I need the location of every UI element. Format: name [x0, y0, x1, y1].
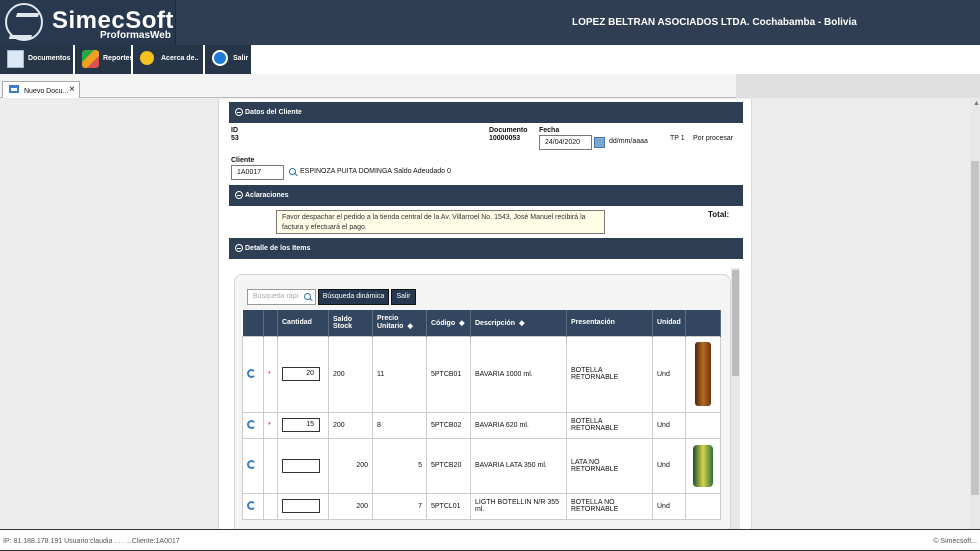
- items-exit-button[interactable]: Salir: [391, 289, 416, 305]
- quantity-input[interactable]: 20: [282, 367, 320, 381]
- quantity-input[interactable]: [282, 499, 320, 513]
- collapse-icon[interactable]: [235, 244, 243, 252]
- presentation-header[interactable]: Presentación: [566, 310, 653, 336]
- table-row[interactable]: 200 5 5PTCB20 BAVARIA LATA 350 ml. LATA NO R…: [242, 437, 721, 494]
- reports-icon: [82, 50, 99, 68]
- tab-new-document[interactable]: Nuevo Docu... ×: [2, 81, 80, 98]
- quantity-input[interactable]: [282, 458, 320, 473]
- date-format: dd/mm/aaaa: [609, 138, 648, 145]
- sort-icon: ◆: [407, 323, 413, 331]
- refresh-icon[interactable]: [247, 368, 256, 378]
- about-menu[interactable]: Acerca de..: [133, 45, 204, 74]
- id-value: 53: [231, 135, 239, 142]
- company-title: LOPEZ BELTRAN ASOCIADOS LTDA. Cochabamba…: [572, 17, 857, 28]
- client-label: Cliente: [231, 157, 255, 164]
- quantity-input[interactable]: 15: [282, 418, 320, 432]
- simecsoft-logo-icon: [5, 3, 43, 41]
- items-table: Cantidad Saldo Stock Precio Unitario ◆ Có…: [242, 310, 721, 520]
- price-header[interactable]: Precio Unitario ◆: [372, 310, 427, 336]
- client-section-header[interactable]: Datos del Cliente: [229, 102, 743, 123]
- close-tab-icon[interactable]: ×: [69, 84, 75, 95]
- right-gray-area: [736, 74, 980, 98]
- code-header[interactable]: Código ◆: [426, 310, 471, 336]
- document-add-icon: [7, 50, 24, 68]
- scroll-up-icon[interactable]: ▲: [973, 100, 980, 107]
- unit-header[interactable]: Unidad: [652, 310, 686, 336]
- exit-arrow-icon: [212, 50, 228, 66]
- documents-menu[interactable]: Documentos: [0, 45, 74, 74]
- id-label: ID: [231, 127, 238, 134]
- items-header-row: Cantidad Saldo Stock Precio Unitario ◆ Có…: [242, 310, 721, 336]
- brand-logo: SimecSoft ProformasWeb: [0, 0, 176, 45]
- refresh-icon[interactable]: [247, 500, 256, 510]
- notes-section-header[interactable]: Aclaraciones: [229, 185, 743, 206]
- top-header: SimecSoft ProformasWeb LOPEZ BELTRAN ASO…: [0, 0, 980, 45]
- refresh-icon[interactable]: [247, 419, 256, 429]
- page-scroll-thumb[interactable]: [971, 161, 979, 495]
- quantity-header[interactable]: Cantidad: [277, 310, 329, 336]
- beer-bottle-image: [695, 342, 711, 406]
- description-header[interactable]: Descripción ◆: [470, 310, 567, 336]
- sort-icon: ◆: [459, 319, 465, 327]
- app-title: ProformasWeb: [100, 30, 171, 41]
- items-scroll-thumb[interactable]: [732, 270, 739, 376]
- client-search-icon[interactable]: [289, 168, 298, 177]
- collapse-icon[interactable]: [235, 191, 243, 199]
- collapse-icon[interactable]: [235, 108, 243, 116]
- copyright: © Simecsoft...: [933, 538, 977, 545]
- client-code-field[interactable]: 1A0017: [231, 165, 284, 180]
- refresh-icon[interactable]: [247, 460, 256, 469]
- document-number: 10000053: [489, 135, 521, 142]
- tp-label: TP 1: [670, 135, 685, 142]
- document-tab-icon: [9, 85, 19, 93]
- reports-menu[interactable]: Reportes: [75, 45, 133, 74]
- quick-search-icon[interactable]: [304, 293, 313, 302]
- items-section-header[interactable]: Detalle de los Items: [229, 238, 743, 259]
- calendar-icon[interactable]: [594, 137, 605, 148]
- stock-header[interactable]: Saldo Stock: [328, 310, 373, 336]
- document-status: Por procesar: [693, 135, 734, 142]
- document-label: Documento: [489, 127, 528, 134]
- award-icon: [140, 51, 154, 65]
- exit-menu[interactable]: Salir: [205, 45, 252, 74]
- total-label: Total:: [708, 210, 730, 219]
- notes-textarea[interactable]: Favor despachar el pedido a la tienda ce…: [276, 210, 605, 234]
- table-row[interactable]: * 20 200 11 5PTCB01 BAVARIA 1000 ml. BOTELLA R…: [242, 335, 721, 413]
- session-info: IP: 81.188.178.191 Usuario:claudia . . .…: [3, 538, 180, 545]
- table-row[interactable]: * 15 200 8 5PTCB02 BAVARIA 620 ml. BOTELLA RET…: [242, 411, 721, 439]
- beer-can-image: [693, 444, 713, 487]
- table-row[interactable]: 200 7 5PTCL01 LIGTH BOTELLIN N/R 355 ml. BOT…: [242, 492, 721, 520]
- date-field[interactable]: 24/04/2020: [539, 135, 592, 150]
- client-name: ESPINOZA PUITA DOMINGA Saldo Adeudado 0: [300, 168, 451, 175]
- date-label: Fecha: [539, 127, 560, 134]
- status-bar: IP: 81.188.178.191 Usuario:claudia . . .…: [0, 529, 980, 551]
- sort-icon: ◆: [519, 319, 525, 327]
- dynamic-search-button[interactable]: Búsqueda dinámica: [318, 289, 389, 305]
